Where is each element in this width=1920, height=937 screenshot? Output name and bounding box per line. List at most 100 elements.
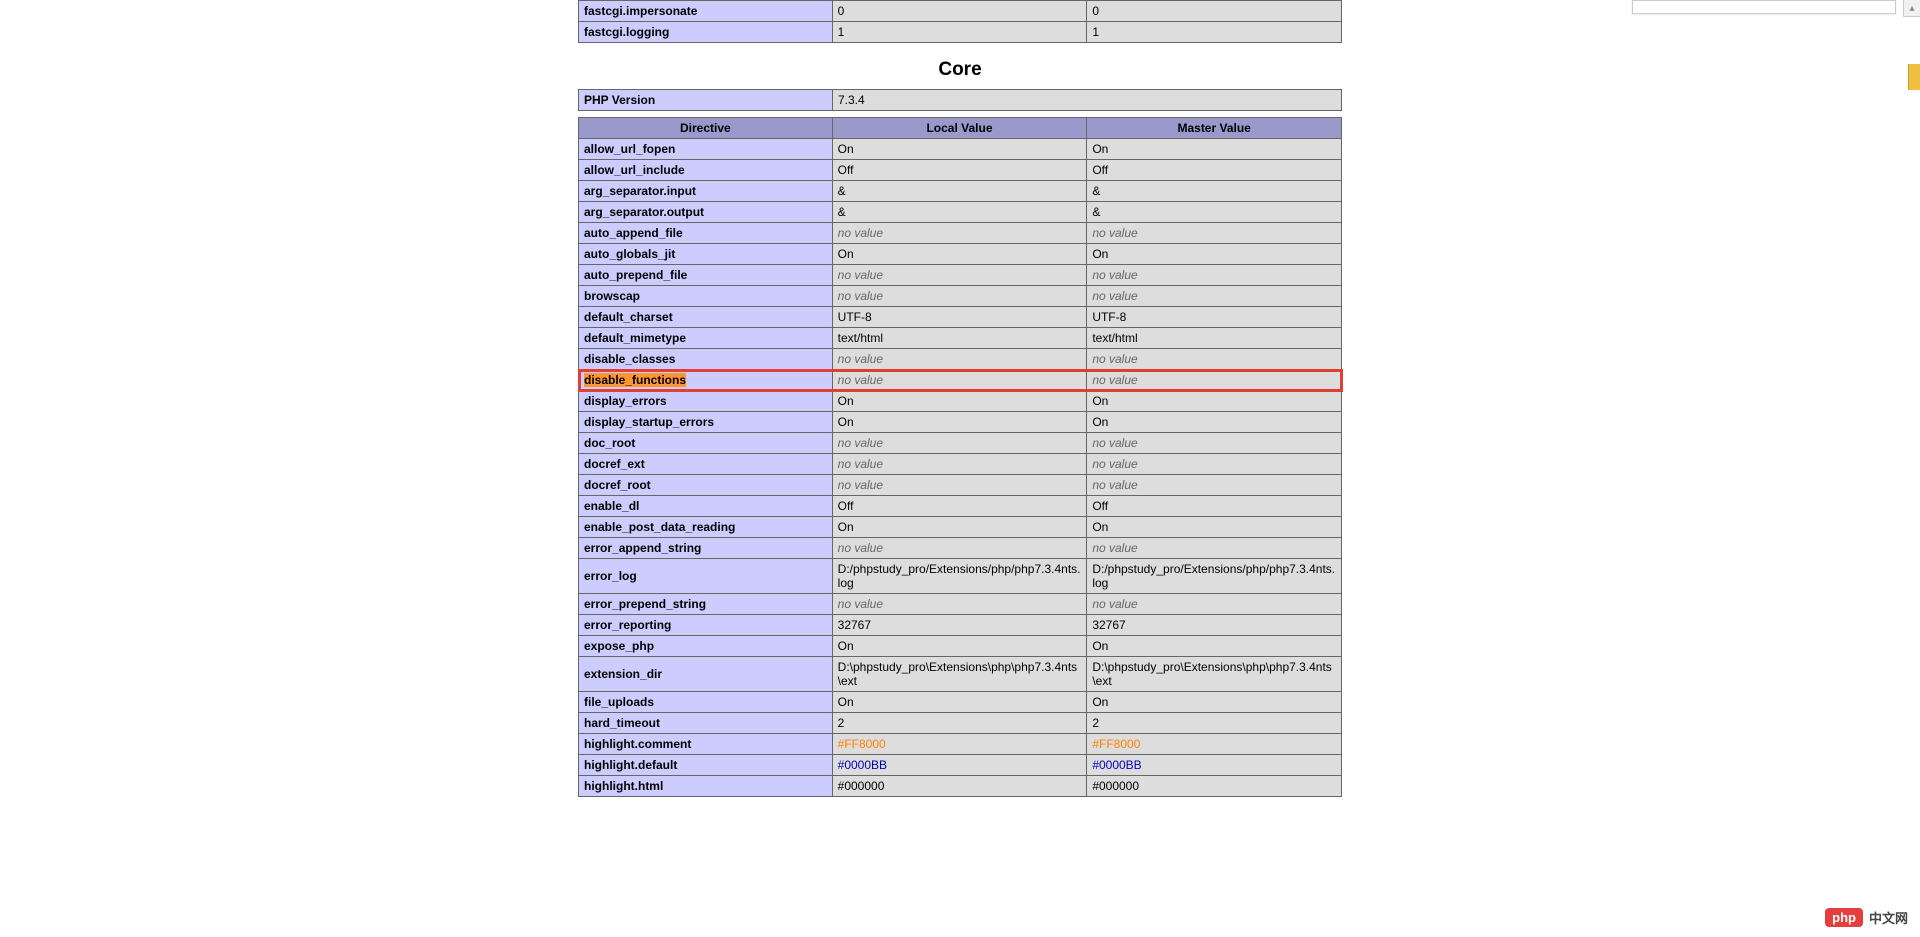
table-row: fastcgi.impersonate00 [579,1,1342,22]
table-row: enable_dlOffOff [579,496,1342,517]
master-value: 1 [1087,22,1342,43]
header-directive: Directive [579,118,833,139]
value-text: On [838,247,854,261]
local-value: 2 [832,713,1087,734]
table-row: display_errors On On [579,391,1342,412]
master-value: On [1087,391,1342,412]
directives-table: Directive Local Value Master Value allow… [578,117,1342,797]
header-master-value: Master Value [1087,118,1342,139]
directive-name: browscap [579,286,833,307]
value-text: D:\phpstudy_pro\Extensions\php\php7.3.4n… [1092,660,1332,688]
table-row: file_uploadsOnOn [579,692,1342,713]
directive-name: auto_globals_jit [579,244,833,265]
table-row: docref_extno valueno value [579,454,1342,475]
directive-name: docref_ext [579,454,833,475]
value-text: no value [1092,268,1137,282]
watermark-text: 中文网 [1869,908,1908,927]
table-row: arg_separator.output&& [579,202,1342,223]
table-row: auto_globals_jit On On [579,244,1342,265]
value-text: no value [838,478,883,492]
directive-name: hard_timeout [579,713,833,734]
directive-name: error_log [579,559,833,594]
directive-name: highlight.comment [579,734,833,755]
sidebar-handle[interactable] [1908,64,1920,90]
master-value: On [1087,244,1342,265]
master-value: 0 [1087,1,1342,22]
directive-name: doc_root [579,433,833,454]
master-value: #000000 [1087,776,1342,797]
table-row: auto_prepend_fileno valueno value [579,265,1342,286]
php-version-value: 7.3.4 [833,90,1342,111]
directive-name: allow_url_fopen [579,139,833,160]
table-row: highlight.html#000000#000000 [579,776,1342,797]
local-value: #FF8000 [832,734,1087,755]
value-text: Off [1092,499,1108,513]
value-text: text/html [838,331,883,345]
table-row: fastcgi.logging11 [579,22,1342,43]
table-row: hard_timeout22 [579,713,1342,734]
local-value: On [832,391,1087,412]
value-text: UTF-8 [1092,310,1126,324]
local-value: no value [832,223,1087,244]
value-text: On [838,394,854,408]
floating-panel [1632,0,1896,14]
value-text: UTF-8 [838,310,872,324]
directive-name: enable_post_data_reading [579,517,833,538]
value-text: no value [1092,478,1137,492]
directive-name: highlight.html [579,776,833,797]
master-value: #0000BB [1087,755,1342,776]
master-value: On [1087,636,1342,657]
master-value: D:/phpstudy_pro/Extensions/php/php7.3.4n… [1087,559,1342,594]
directive-name: default_charset [579,307,833,328]
php-version-label: PHP Version [579,90,833,111]
value-text: no value [1092,226,1137,240]
master-value: no value [1087,265,1342,286]
scrollbar-up-button[interactable]: ▴ [1903,0,1920,17]
value-text: On [1092,415,1108,429]
table-row: extension_dirD:\phpstudy_pro\Extensions\… [579,657,1342,692]
fastcgi-table: fastcgi.impersonate00fastcgi.logging11 [578,0,1342,43]
local-value: Off [832,160,1087,181]
directive-name: display_errors [579,391,833,412]
value-text: On [838,142,854,156]
section-title: Core [578,59,1342,81]
value-text: & [1092,205,1100,219]
local-value: Off [832,496,1087,517]
directive-name: expose_php [579,636,833,657]
table-row: error_append_stringno valueno value [579,538,1342,559]
table-row: auto_append_fileno valueno value [579,223,1342,244]
table-row: allow_url_fopenOnOn [579,139,1342,160]
local-value: & [832,181,1087,202]
value-text: text/html [1092,331,1137,345]
master-value: Off [1087,160,1342,181]
value-text: no value [1092,289,1137,303]
master-value: On [1087,412,1342,433]
value-text: #FF8000 [838,737,886,751]
value-text: 32767 [838,618,871,632]
local-value: text/html [832,328,1087,349]
php-version-table: PHP Version 7.3.4 [578,89,1342,111]
directive-name: display_startup_errors [579,412,833,433]
master-value: text/html [1087,328,1342,349]
master-value: no value [1087,538,1342,559]
local-value: On [832,412,1087,433]
page-content: fastcgi.impersonate00fastcgi.logging11 C… [578,0,1342,827]
master-value: no value [1087,349,1342,370]
directive-name: disable_functions [579,370,833,391]
directive-name: fastcgi.impersonate [579,1,833,22]
value-text: no value [838,352,883,366]
master-value: no value [1087,454,1342,475]
directive-name: highlight.default [579,755,833,776]
value-text: no value [1092,541,1137,555]
watermark: php 中文网 [1825,908,1908,927]
master-value: no value [1087,475,1342,496]
table-row: expose_phpOnOn [579,636,1342,657]
table-row: docref_root no value no value [579,475,1342,496]
table-row: disable_functionsno valueno value [579,370,1342,391]
value-text: D:/phpstudy_pro/Extensions/php/php7.3.4n… [838,562,1081,590]
directive-name: docref_root [579,475,833,496]
directive-name: arg_separator.input [579,181,833,202]
directive-name: default_mimetype [579,328,833,349]
value-text: On [1092,639,1108,653]
master-value: On [1087,692,1342,713]
